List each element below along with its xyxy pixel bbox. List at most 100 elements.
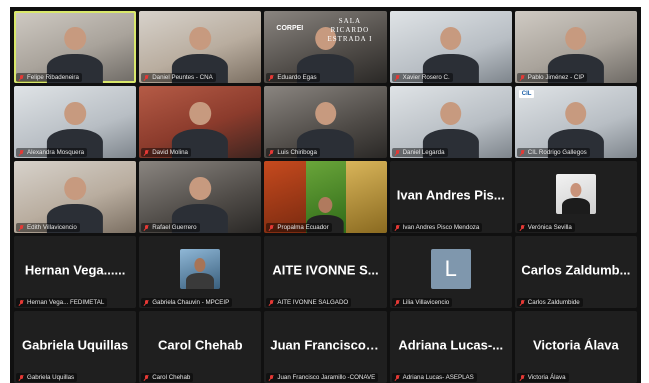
- participant-tile-adriana-lucas-aseplas[interactable]: Adriana Lucas-... Adriana Lucas- ASEPLAS: [389, 311, 512, 383]
- participant-name-text: Victoria Álava: [527, 374, 566, 381]
- participant-name-text: Adriana Lucas- ASEPLAS: [402, 374, 474, 381]
- participant-name-text: Carol Chehab: [152, 374, 191, 381]
- muted-mic-icon: [395, 224, 400, 231]
- participant-name-text: AITE IVONNE SALGADO: [277, 299, 349, 306]
- participant-name-label: Carlos Zaldumbide: [516, 298, 583, 307]
- participant-name-text: Lilia Villavicencio: [402, 299, 450, 306]
- muted-mic-icon: [520, 149, 525, 156]
- participant-tile-felipe-ribadeneira[interactable]: Felipe Ribadeneira: [14, 11, 137, 83]
- participant-name-text: Felipe Ribadeneira: [27, 74, 79, 81]
- muted-mic-icon: [144, 74, 149, 81]
- participant-tile-gabriela-chauvin-mpceip[interactable]: Gabriela Chauvin - MPCEIP: [139, 236, 262, 308]
- participant-tile-carol-chehab[interactable]: Carol Chehab Carol Chehab: [139, 311, 262, 383]
- corpei-logo: CORPEI: [276, 25, 304, 32]
- participant-tile-gabriela-uquillas[interactable]: Gabriela Uquillas Gabriela Uquillas: [14, 311, 137, 383]
- participant-name-text: Gabriela Chauvin - MPCEIP: [152, 299, 230, 306]
- muted-mic-icon: [19, 374, 24, 381]
- participant-tile-carlos-zaldumbide[interactable]: Carlos Zaldumb... Carlos Zaldumbide: [514, 236, 637, 308]
- participant-name-label: CIL Rodrigo Gallegos: [516, 148, 590, 157]
- participant-display-name: Ivan Andres Pis...: [396, 187, 505, 203]
- participant-tile-daniel-legarda[interactable]: Daniel Legarda: [389, 86, 512, 158]
- participant-name-text: Carlos Zaldumbide: [527, 299, 580, 306]
- muted-mic-icon: [144, 224, 149, 231]
- participant-name-text: Verónica Sevilla: [527, 224, 572, 231]
- participant-name-label: Pablo Jiménez - CIP: [516, 73, 588, 82]
- participant-name-text: Eduardo Egas: [277, 74, 317, 81]
- participant-tile-juan-francisco-jaramillo-conave[interactable]: Juan Francisco J... Juan Francisco Jarami…: [264, 311, 387, 383]
- muted-mic-icon: [395, 74, 400, 81]
- participant-name-text: David Molina: [152, 149, 188, 156]
- muted-mic-icon: [269, 149, 274, 156]
- participant-tile-hernan-vega-fedimetal[interactable]: Hernan Vega...... Hernan Vega... FEDIMETA…: [14, 236, 137, 308]
- participant-name-label: Edith Villavicencio: [16, 223, 80, 232]
- participant-display-name: AITE IVONNE S...: [272, 262, 379, 278]
- muted-mic-icon: [395, 149, 400, 156]
- participant-tile-luis-chiriboga[interactable]: Luis Chiriboga: [264, 86, 387, 158]
- participant-name-text: Juan Francisco Jaramillo -CONAVE: [277, 374, 376, 381]
- participant-name-label: Adriana Lucas- ASEPLAS: [391, 373, 477, 382]
- participant-name-label: Verónica Sevilla: [516, 223, 575, 232]
- participant-tile-ivan-andres-pisco-mendoza[interactable]: Ivan Andres Pis... Ivan Andres Pisco Mend…: [389, 161, 512, 233]
- muted-mic-icon: [19, 299, 24, 306]
- participant-tile-aite-ivonne-salgado[interactable]: AITE IVONNE S... AITE IVONNE SALGADO: [264, 236, 387, 308]
- participant-display-name: Carol Chehab: [158, 337, 243, 353]
- participant-name-text: Ivan Andres Pisco Mendoza: [402, 224, 480, 231]
- meeting-gallery-view: Felipe Ribadeneira Daniel Peuntes - CNA CO…: [10, 7, 641, 383]
- muted-mic-icon: [144, 299, 149, 306]
- avatar: [555, 173, 596, 214]
- participant-name-label: Eduardo Egas: [266, 73, 320, 82]
- muted-mic-icon: [144, 374, 149, 381]
- participant-tile-victoria-alava[interactable]: Victoria Álava Victoria Álava: [514, 311, 637, 383]
- participant-display-name: Adriana Lucas-...: [398, 337, 504, 353]
- participant-tile-propalma-ecuador[interactable]: Propalma Ecuador: [264, 161, 387, 233]
- participant-tile-xavier-rosero-c[interactable]: Xavier Rosero C.: [389, 11, 512, 83]
- participant-tile-edith-villavicencio[interactable]: Edith Villavicencio: [14, 161, 137, 233]
- muted-mic-icon: [19, 224, 24, 231]
- participant-name-label: Felipe Ribadeneira: [16, 73, 82, 82]
- participant-name-label: Lilia Villavicencio: [391, 298, 453, 307]
- participant-name-label: Gabriela Uquillas: [16, 373, 78, 382]
- participant-grid: Felipe Ribadeneira Daniel Peuntes - CNA CO…: [10, 7, 641, 383]
- participant-name-label: Rafael Guerrero: [141, 223, 200, 232]
- participant-tile-cil-rodrigo-gallegos[interactable]: CIL CIL Rodrigo Gallegos: [514, 86, 637, 158]
- participant-name-label: Juan Francisco Jaramillo -CONAVE: [266, 373, 379, 382]
- participant-tile-veronica-sevilla[interactable]: Verónica Sevilla: [514, 161, 637, 233]
- muted-mic-icon: [269, 224, 274, 231]
- participant-name-label: Hernan Vega... FEDIMETAL: [16, 298, 108, 307]
- muted-mic-icon: [144, 149, 149, 156]
- participant-tile-alexandra-mosquera[interactable]: Alexandra Mosquera: [14, 86, 137, 158]
- participant-tile-lilia-villavicencio[interactable]: L Lilia Villavicencio: [389, 236, 512, 308]
- participant-name-label: Daniel Legarda: [391, 148, 448, 157]
- participant-name-text: CIL Rodrigo Gallegos: [527, 149, 587, 156]
- participant-name-label: Alexandra Mosquera: [16, 148, 88, 157]
- avatar: L: [430, 248, 471, 289]
- participant-name-label: Ivan Andres Pisco Mendoza: [391, 223, 483, 232]
- muted-mic-icon: [269, 374, 274, 381]
- participant-name-label: Propalma Ecuador: [266, 223, 332, 232]
- participant-display-name: Carlos Zaldumb...: [521, 262, 631, 278]
- participant-name-label: Daniel Peuntes - CNA: [141, 73, 216, 82]
- participant-tile-rafael-guerrero[interactable]: Rafael Guerrero: [139, 161, 262, 233]
- participant-name-text: Alexandra Mosquera: [27, 149, 85, 156]
- participant-name-text: Propalma Ecuador: [277, 224, 329, 231]
- participant-display-name: Hernan Vega......: [24, 262, 126, 278]
- participant-name-label: Gabriela Chauvin - MPCEIP: [141, 298, 233, 307]
- participant-tile-eduardo-egas[interactable]: CORPEI SALA RICARDO ESTRADA I Eduardo Egas: [264, 11, 387, 83]
- promo-image-panel: [346, 161, 387, 233]
- muted-mic-icon: [269, 74, 274, 81]
- muted-mic-icon: [19, 74, 24, 81]
- participant-name-label: Carol Chehab: [141, 373, 194, 382]
- participant-name-label: David Molina: [141, 148, 191, 157]
- muted-mic-icon: [520, 374, 525, 381]
- participant-display-name: Juan Francisco J...: [270, 337, 387, 353]
- participant-tile-daniel-peuntes-cna[interactable]: Daniel Peuntes - CNA: [139, 11, 262, 83]
- participant-display-name: Victoria Álava: [533, 337, 619, 353]
- muted-mic-icon: [520, 299, 525, 306]
- muted-mic-icon: [269, 299, 274, 306]
- room-sign: SALA RICARDO ESTRADA I: [327, 17, 373, 43]
- participant-name-label: Xavier Rosero C.: [391, 73, 453, 82]
- participant-tile-pablo-jimenez-cip[interactable]: Pablo Jiménez - CIP: [514, 11, 637, 83]
- participant-tile-david-molina[interactable]: David Molina: [139, 86, 262, 158]
- cil-logo: CIL: [518, 90, 535, 98]
- muted-mic-icon: [520, 74, 525, 81]
